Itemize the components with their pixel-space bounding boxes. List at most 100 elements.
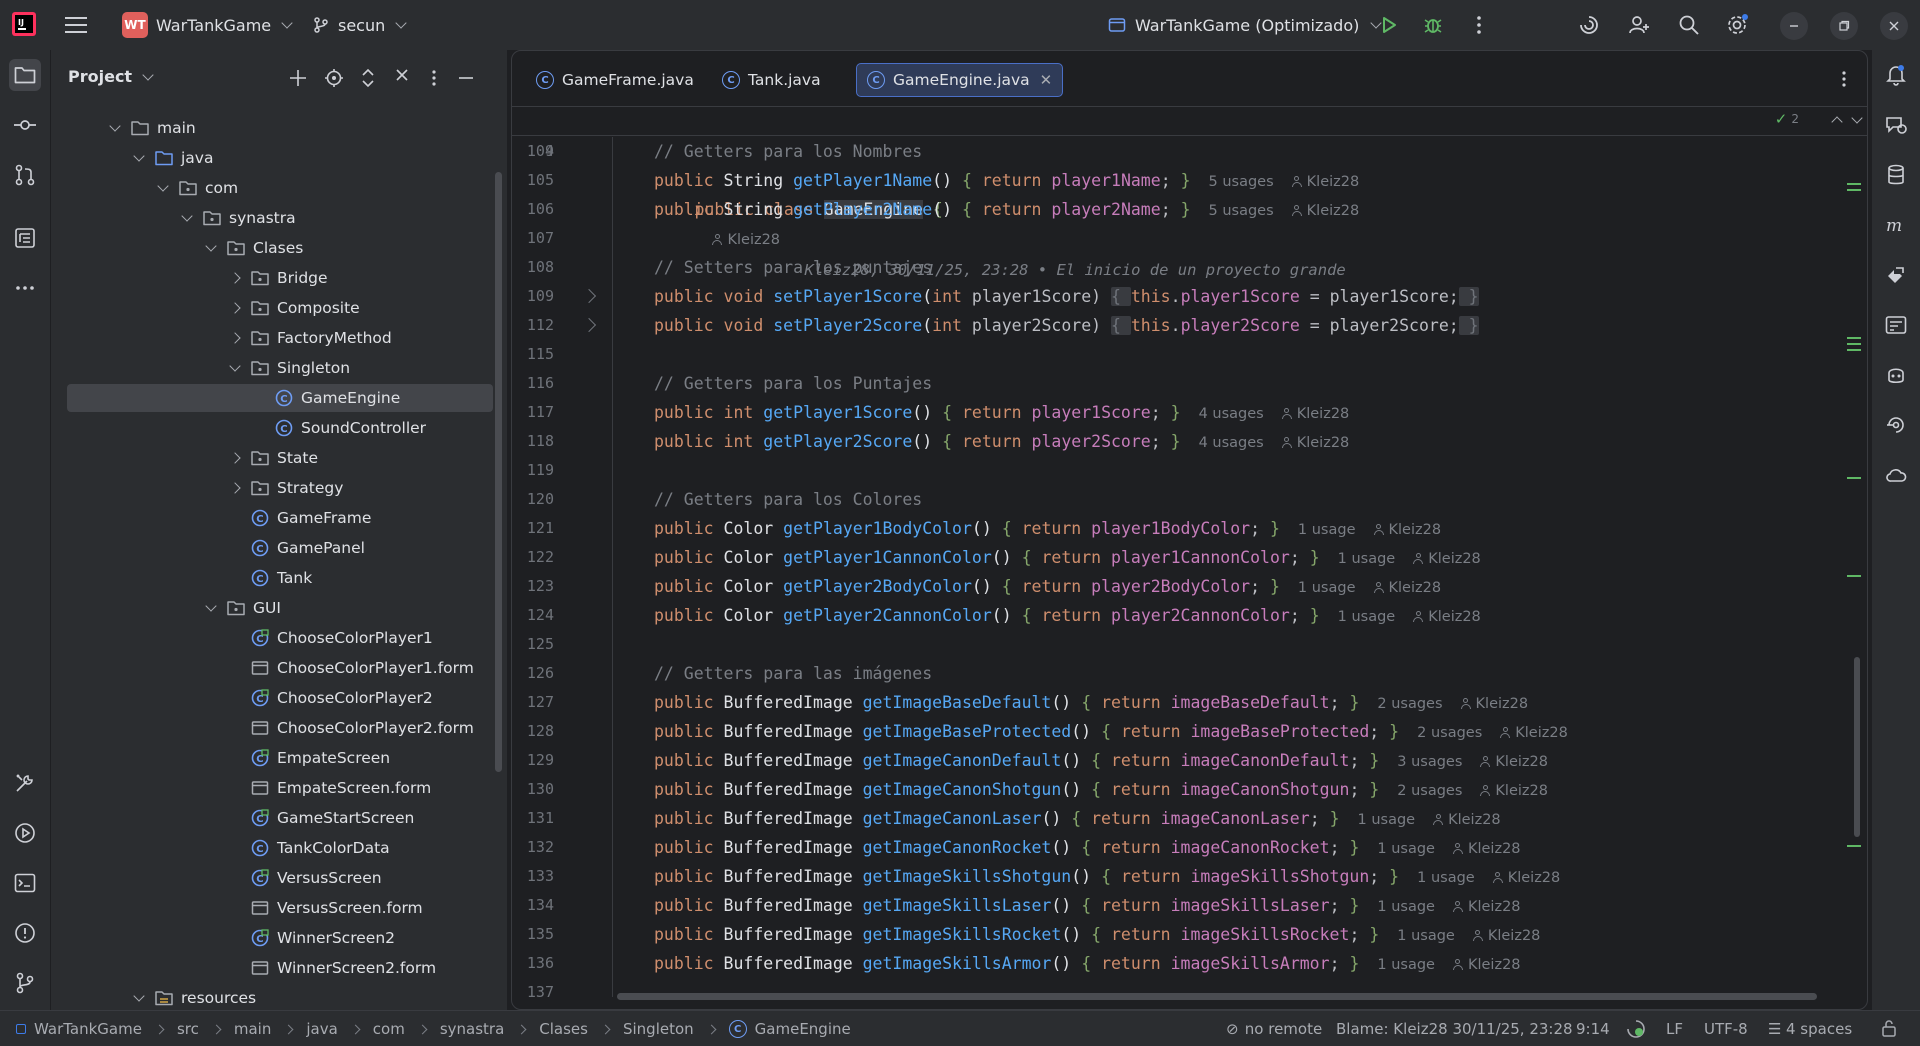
project-scrollbar[interactable] xyxy=(495,172,502,772)
tree-item[interactable]: Singleton xyxy=(67,354,493,382)
usages-hint[interactable]: 1 usage xyxy=(1397,928,1455,944)
author-hint[interactable]: Kleiz28 xyxy=(1460,696,1528,712)
tree-item[interactable]: C GameFrame xyxy=(67,504,493,532)
close-tab-icon[interactable]: ✕ xyxy=(1040,71,1053,89)
code-line[interactable]: 107 xyxy=(512,224,1842,253)
project-view-selector[interactable]: Project xyxy=(68,67,154,86)
tree-item[interactable]: C WinnerScreen2 xyxy=(67,924,493,952)
usages-hint[interactable]: 1 usage xyxy=(1298,580,1356,596)
tree-item[interactable]: C VersusScreen xyxy=(67,864,493,892)
breadcrumb-item[interactable]: WarTankGame xyxy=(34,1020,142,1038)
usages-hint[interactable]: 1 usage xyxy=(1358,812,1416,828)
tree-item[interactable]: State xyxy=(67,444,493,472)
code-line[interactable]: 131 public BufferedImage getImageCanonLas… xyxy=(512,804,1842,833)
tree-item[interactable]: C ChooseColorPlayer2 xyxy=(67,684,493,712)
change-marker[interactable] xyxy=(1847,343,1861,345)
pull-requests-icon[interactable] xyxy=(9,159,41,191)
highlight-nav[interactable] xyxy=(1831,112,1863,128)
chevron-down-icon[interactable] xyxy=(205,240,217,252)
tree-item[interactable]: C Tank xyxy=(67,564,493,592)
usages-hint[interactable]: 1 usage xyxy=(1417,870,1475,886)
usages-hint[interactable]: 5 usages xyxy=(1209,203,1274,219)
tree-item[interactable]: ChooseColorPlayer2.form xyxy=(67,714,493,742)
code-line[interactable]: 123 public Color getPlayer2BodyColor() { … xyxy=(512,572,1842,601)
code-line[interactable]: 118 public int getPlayer2Score() { return… xyxy=(512,427,1842,456)
chevron-down-icon[interactable] xyxy=(133,150,145,162)
copilot-icon[interactable] xyxy=(1880,359,1912,391)
file-encoding[interactable]: UTF-8 xyxy=(1704,1020,1748,1038)
structure-tool-icon[interactable] xyxy=(9,222,41,254)
tree-item[interactable]: C GameEngine xyxy=(67,384,493,412)
tree-item[interactable]: ChooseColorPlayer1.form xyxy=(67,654,493,682)
chevron-down-icon[interactable] xyxy=(181,210,193,222)
tree-item[interactable]: main xyxy=(67,114,493,142)
tab-gameframe[interactable]: C GameFrame.java xyxy=(526,63,704,97)
author-hint[interactable]: Kleiz28 xyxy=(1472,928,1540,944)
hide-panel-icon[interactable] xyxy=(455,67,477,89)
expand-all-icon[interactable] xyxy=(357,67,379,89)
main-menu-icon[interactable] xyxy=(64,13,88,37)
code-line[interactable]: 129 public BufferedImage getImageCanonDef… xyxy=(512,746,1842,775)
usages-hint[interactable]: 1 usage xyxy=(1377,899,1435,915)
tree-item[interactable]: Clases xyxy=(67,234,493,262)
code-line[interactable]: 124 public Color getPlayer2CannonColor() … xyxy=(512,601,1842,630)
author-hint[interactable]: Kleiz28 xyxy=(1291,174,1359,190)
code-line[interactable]: 119 xyxy=(512,456,1842,485)
caret-position[interactable]: 9:14 xyxy=(1576,1020,1610,1038)
change-marker[interactable] xyxy=(1847,477,1861,479)
change-marker[interactable] xyxy=(1847,349,1861,351)
author-hint[interactable]: Kleiz28 xyxy=(1413,609,1481,625)
tree-item[interactable]: C GamePanel xyxy=(67,534,493,562)
chevron-right-icon[interactable] xyxy=(229,302,241,314)
restore-window-button[interactable] xyxy=(1830,12,1858,40)
usages-hint[interactable]: 2 usages xyxy=(1397,783,1462,799)
chevron-right-icon[interactable] xyxy=(229,452,241,464)
author-hint[interactable]: Kleiz28 xyxy=(1281,406,1349,422)
notifications-icon[interactable] xyxy=(1880,59,1912,91)
change-marker[interactable] xyxy=(1847,183,1861,185)
usages-hint[interactable]: 1 usage xyxy=(1377,841,1435,857)
cloud-icon[interactable] xyxy=(1880,459,1912,491)
chevron-down-icon[interactable] xyxy=(157,180,169,192)
tree-item[interactable]: synastra xyxy=(67,204,493,232)
problems-icon[interactable] xyxy=(9,917,41,949)
breadcrumb-item[interactable]: Clases xyxy=(539,1020,588,1038)
collapse-all-icon[interactable] xyxy=(391,67,413,89)
search-icon[interactable] xyxy=(1676,12,1702,38)
run-config-selector[interactable]: WarTankGame (Optimizado) xyxy=(1108,10,1383,40)
tree-item[interactable]: java xyxy=(67,144,493,172)
chevron-down-icon[interactable] xyxy=(109,120,121,132)
code-line[interactable]: 121 public Color getPlayer1BodyColor() { … xyxy=(512,514,1842,543)
tree-item[interactable]: VersusScreen.form xyxy=(67,894,493,922)
tree-item[interactable]: C EmpateScreen xyxy=(67,744,493,772)
code-line[interactable]: 122 public Color getPlayer1CannonColor() … xyxy=(512,543,1842,572)
commit-tool-icon[interactable] xyxy=(9,109,41,141)
code-line[interactable]: 112 public void setPlayer2Score(int playe… xyxy=(512,311,1842,340)
ai-chat-icon[interactable] xyxy=(1880,109,1912,141)
usages-hint[interactable]: 1 usage xyxy=(1298,522,1356,538)
change-marker[interactable] xyxy=(1847,337,1861,339)
locate-file-icon[interactable] xyxy=(323,67,345,89)
code-line[interactable]: 134 public BufferedImage getImageSkillsLa… xyxy=(512,891,1842,920)
tree-item[interactable]: C GameStartScreen xyxy=(67,804,493,832)
code-line[interactable]: 135 public BufferedImage getImageSkillsRo… xyxy=(512,920,1842,949)
usages-hint[interactable]: 4 usages xyxy=(1199,435,1264,451)
code-line[interactable]: 132 public BufferedImage getImageCanonRoc… xyxy=(512,833,1842,862)
settings-gear-icon[interactable] xyxy=(1724,12,1750,38)
breadcrumb-item[interactable]: src xyxy=(177,1020,199,1038)
chevron-up-icon[interactable] xyxy=(1831,116,1843,128)
tree-item[interactable]: C TankColorData xyxy=(67,834,493,862)
read-only-toggle-icon[interactable] xyxy=(1880,1019,1898,1041)
indent-setting[interactable]: ☰ 4 spaces xyxy=(1768,1020,1852,1038)
usages-hint[interactable]: 5 usages xyxy=(1209,174,1274,190)
author-hint[interactable]: Kleiz28 xyxy=(1281,435,1349,451)
code-line[interactable]: 120 // Getters para los Colores xyxy=(512,485,1842,514)
endpoints-icon[interactable] xyxy=(1880,309,1912,341)
tree-item[interactable]: resources xyxy=(67,984,493,1010)
chevron-down-icon[interactable] xyxy=(1851,112,1863,124)
author-hint[interactable]: Kleiz28 xyxy=(1373,580,1441,596)
gradle-icon[interactable] xyxy=(1880,259,1912,291)
code-line[interactable]: 108 // Setters para los puntajes xyxy=(512,253,1842,282)
usages-hint[interactable]: 1 usage xyxy=(1377,957,1435,973)
code-line[interactable]: 115 xyxy=(512,340,1842,369)
